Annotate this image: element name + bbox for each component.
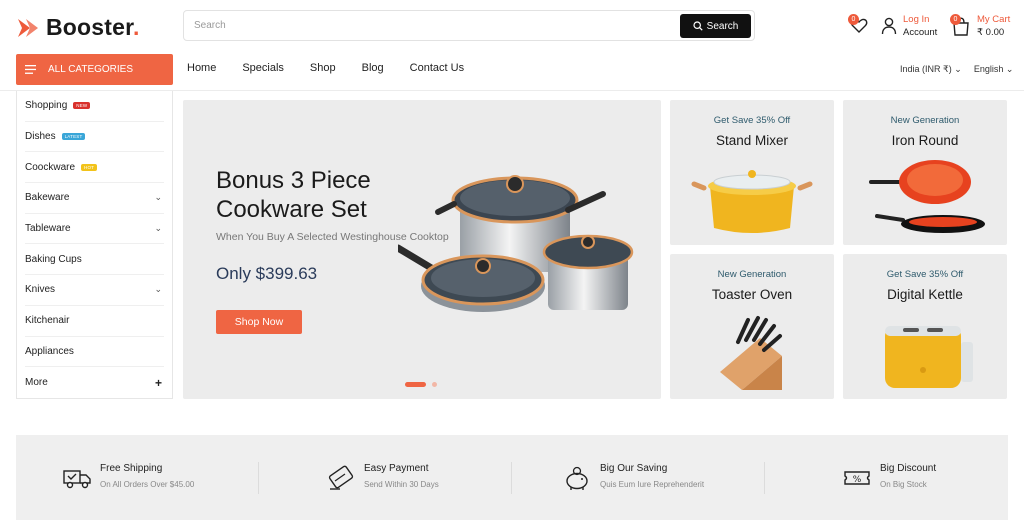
main-nav: Home Specials Shop Blog Contact Us — [187, 62, 490, 74]
search-button[interactable]: Search — [680, 14, 751, 38]
cart-button[interactable]: 0 My Cart ₹ 0.00 — [950, 13, 1011, 39]
promo-card-toaster-oven[interactable]: New Generation Toaster Oven — [670, 254, 834, 399]
nav-shop[interactable]: Shop — [310, 62, 336, 74]
service-free-shipping: Free Shipping On All Orders Over $45.00 — [62, 462, 194, 494]
chevron-down-icon[interactable]: ⌄ — [154, 192, 162, 203]
service-title: Easy Payment — [364, 463, 429, 474]
cart-count-badge: 0 — [950, 14, 961, 25]
service-big-discount: % Big Discount On Big Stock — [842, 462, 936, 494]
latest-badge: LATEST — [61, 133, 86, 141]
new-badge: NEW — [73, 102, 91, 110]
all-categories-label: ALL CATEGORIES — [48, 64, 134, 75]
user-icon — [881, 17, 897, 35]
promo-card-iron-round[interactable]: New Generation Iron Round — [843, 100, 1007, 245]
plus-icon[interactable]: + — [155, 376, 162, 390]
pot-icon — [691, 170, 813, 233]
promo-title: Stand Mixer — [715, 133, 789, 148]
nav-specials[interactable]: Specials — [242, 62, 284, 74]
service-subtitle: On All Orders Over $45.00 — [100, 480, 195, 489]
logo-icon — [18, 18, 38, 37]
service-subtitle: On Big Stock — [880, 480, 927, 489]
service-title: Big Discount — [880, 463, 937, 474]
service-title: Free Shipping — [100, 463, 163, 474]
chevron-down-icon: ⌄ — [954, 64, 962, 74]
promo-kicker: New Generation — [890, 115, 960, 126]
hero-title: Bonus 3 Piece Cookware Set — [216, 167, 371, 223]
all-categories-button[interactable]: ALL CATEGORIES — [16, 54, 173, 85]
hero-subtitle: When You Buy A Selected Westinghouse Coo… — [216, 231, 449, 243]
account-link[interactable]: Log In Account — [881, 13, 937, 39]
sidebar-item-more[interactable]: More + — [25, 367, 164, 398]
search-icon — [693, 21, 703, 31]
chevron-down-icon[interactable]: ⌄ — [154, 284, 162, 295]
search-button-label: Search — [706, 20, 739, 32]
nav-contact-us[interactable]: Contact Us — [410, 62, 464, 74]
sidebar-item-coockware[interactable]: Coockware HOT — [25, 152, 164, 184]
svg-text:%: % — [853, 475, 862, 485]
locale-selectors: India (INR ₹) ⌄ English ⌄ — [900, 64, 1013, 75]
service-easy-payment: Easy Payment Send Within 30 Days — [326, 462, 439, 494]
login-link[interactable]: Log In — [903, 13, 937, 26]
shop-now-button[interactable]: Shop Now — [216, 310, 302, 334]
piggy-bank-icon — [566, 466, 588, 490]
slider-dot-active[interactable] — [405, 382, 426, 387]
my-cart-label: My Cart — [977, 14, 1011, 25]
brand-name: Booster. — [46, 14, 140, 40]
promo-title: Iron Round — [891, 133, 959, 148]
knife-block-icon — [720, 316, 782, 390]
chevron-down-icon: ⌄ — [1005, 64, 1014, 74]
sidebar-item-appliances[interactable]: Appliances — [25, 337, 164, 368]
service-divider — [258, 462, 259, 494]
service-big-saving: Big Our Saving Quis Eum Iure Reprehender… — [562, 462, 704, 494]
sidebar-item-knives[interactable]: Knives ⌄ — [25, 275, 164, 306]
hot-badge: HOT — [81, 163, 98, 171]
promo-kicker: New Generation — [717, 269, 787, 280]
pan-icon — [869, 160, 985, 233]
promo-card-digital-kettle[interactable]: Get Save 35% Off Digital Kettle — [843, 254, 1007, 399]
service-subtitle: Send Within 30 Days — [364, 480, 439, 489]
cart-total: ₹ 0.00 — [977, 27, 1005, 38]
wishlist-button[interactable]: 0 — [848, 14, 870, 36]
toaster-icon — [885, 326, 973, 388]
service-divider — [511, 462, 512, 494]
currency-select[interactable]: India (INR ₹) ⌄ — [900, 64, 962, 75]
slider-dot[interactable] — [432, 382, 437, 387]
sidebar-item-bakeware[interactable]: Bakeware ⌄ — [25, 183, 164, 214]
sidebar-item-baking-cups[interactable]: Baking Cups — [25, 244, 164, 276]
truck-icon — [63, 470, 91, 489]
promo-card-stand-mixer[interactable]: Get Save 35% Off Stand Mixer — [670, 100, 834, 245]
service-title: Big Our Saving — [600, 463, 668, 474]
sidebar-item-tableware[interactable]: Tableware ⌄ — [25, 214, 164, 245]
promo-kicker: Get Save 35% Off — [886, 269, 964, 280]
nav-blog[interactable]: Blog — [362, 62, 384, 74]
sidebar-item-dishes[interactable]: Dishes LATEST — [25, 122, 164, 153]
chevron-down-icon[interactable]: ⌄ — [154, 223, 162, 234]
language-select[interactable]: English ⌄ — [974, 64, 1014, 75]
promo-title: Toaster Oven — [711, 287, 793, 302]
wishlist-count-badge: 0 — [848, 14, 859, 25]
hero-price: Only $399.63 — [216, 264, 318, 283]
account-label: Account — [903, 27, 938, 38]
services-strip: Free Shipping On All Orders Over $45.00 … — [16, 435, 1008, 520]
category-sidebar: Shopping NEW Dishes LATEST Coockware HOT… — [16, 91, 173, 399]
sidebar-item-shopping[interactable]: Shopping NEW — [25, 91, 164, 122]
search-bar: Search — [183, 10, 755, 41]
sidebar-item-kitchenair[interactable]: Kitchenair — [25, 306, 164, 337]
menu-icon — [25, 65, 36, 74]
search-input[interactable] — [194, 11, 664, 40]
brand-logo[interactable]: Booster. — [16, 14, 140, 41]
promo-kicker: Get Save 35% Off — [713, 115, 791, 126]
discount-icon: % — [844, 471, 870, 485]
service-subtitle: Quis Eum Iure Reprehenderit — [600, 480, 705, 489]
nav-home[interactable]: Home — [187, 62, 216, 74]
service-divider — [764, 462, 765, 494]
promo-title: Digital Kettle — [887, 287, 963, 302]
hero-banner: Bonus 3 Piece Cookware Set When You Buy — [183, 100, 661, 399]
card-icon — [328, 465, 354, 490]
